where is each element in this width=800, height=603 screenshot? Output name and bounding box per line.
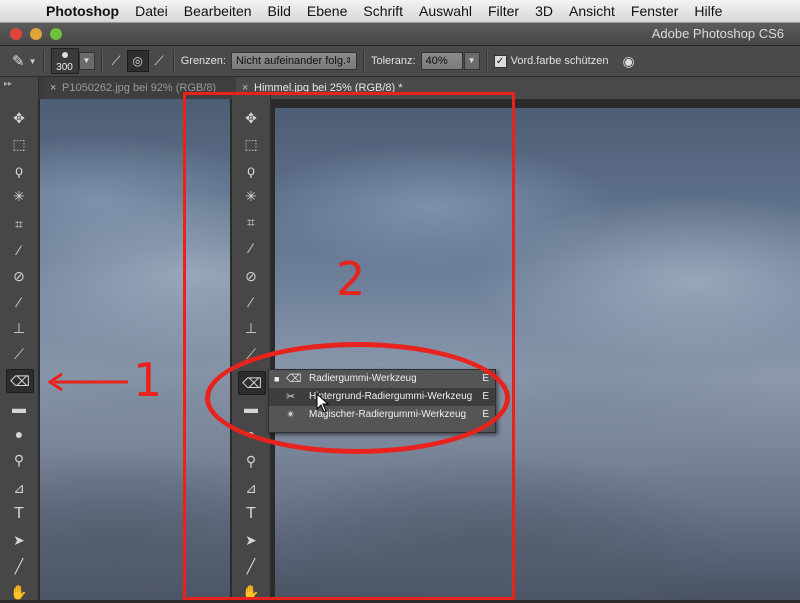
menu-bearbeiten[interactable]: Bearbeiten — [176, 0, 260, 22]
menu-bild[interactable]: Bild — [260, 0, 299, 22]
menu-ebene[interactable]: Ebene — [299, 0, 355, 22]
menu-auswahl[interactable]: Auswahl — [411, 0, 480, 22]
gradient-tool-icon[interactable]: ▬ — [6, 397, 32, 419]
healing-brush-tool-icon[interactable]: ⊘ — [6, 265, 32, 287]
window-title-bar: Adobe Photoshop CS6 — [0, 23, 800, 46]
menu-photoshop[interactable]: Photoshop — [38, 0, 127, 22]
move-tool-icon[interactable]: ✥ — [6, 107, 32, 129]
menu-schrift[interactable]: Schrift — [355, 0, 411, 22]
eyedropper-tool-icon[interactable]: ⁄ — [6, 239, 32, 261]
brush-tool-icon[interactable]: ⁄ — [6, 291, 32, 313]
tolerance-slider-arrow-icon[interactable]: ▼ — [463, 52, 480, 70]
limits-label: Grenzen: — [180, 55, 226, 67]
protect-foreground-checkbox[interactable]: ✓ — [493, 54, 507, 68]
annotation-label-2: 2 — [336, 252, 366, 306]
type-tool-icon[interactable]: T — [6, 503, 32, 525]
brush-picker-arrow-icon[interactable]: ▼ — [78, 52, 95, 70]
clone-stamp-tool-icon[interactable]: ⊥ — [6, 317, 32, 339]
menu-ansicht[interactable]: Ansicht — [561, 0, 623, 22]
magic-wand-tool-icon[interactable]: ✳ — [6, 185, 32, 207]
menu-filter[interactable]: Filter — [480, 0, 527, 22]
sampling-once-icon[interactable]: ◎ — [126, 50, 149, 72]
close-tab-icon[interactable]: × — [50, 77, 56, 99]
blur-tool-icon[interactable]: ● — [6, 423, 32, 445]
shape-tool-icon[interactable]: ╱ — [6, 555, 32, 577]
path-selection-tool-icon[interactable]: ➤ — [6, 529, 32, 551]
brush-preview[interactable]: 300 — [50, 48, 79, 74]
minimize-window-button[interactable] — [30, 28, 42, 40]
menu-fenster[interactable]: Fenster — [623, 0, 686, 22]
annotation-label-1: 1 — [133, 353, 163, 407]
tolerance-input[interactable]: 40% — [420, 52, 463, 70]
tools-panel-left: ▸▸ ✥ ⬚ ϙ ✳ ⌗ ⁄ ⊘ ⁄ ⊥ ⟋ ⌫ ▬ ● ⚲ ⊿ T ➤ ╱ ✋ — [0, 77, 39, 600]
panel-collapse-icon[interactable]: ▸▸ — [4, 79, 12, 88]
window-title: Adobe Photoshop CS6 — [651, 26, 784, 41]
zoom-window-button[interactable] — [50, 28, 62, 40]
tool-preset-icon[interactable]: ✎ — [12, 52, 25, 70]
limits-select[interactable]: Nicht aufeinander folg. ⇕ — [230, 52, 357, 70]
limits-select-value: Nicht aufeinander folg. — [235, 55, 347, 67]
menu-hilfe[interactable]: Hilfe — [686, 0, 730, 22]
sampling-continuous-icon[interactable]: ⟋ — [112, 53, 121, 69]
protect-foreground-label: Vord.farbe schützen — [510, 55, 609, 67]
brush-size-value: 300 — [56, 62, 73, 73]
menu-3d[interactable]: 3D — [527, 0, 561, 22]
menu-bar: Photoshop Datei Bearbeiten Bild Ebene Sc… — [0, 0, 800, 23]
pen-tool-icon[interactable]: ⊿ — [6, 477, 32, 499]
menu-datei[interactable]: Datei — [127, 0, 176, 22]
history-brush-tool-icon[interactable]: ⟋ — [6, 343, 32, 365]
tolerance-label: Toleranz: — [370, 55, 416, 67]
annotation-ellipse — [205, 342, 510, 454]
brush-dot-icon — [61, 52, 68, 58]
sampling-swatch-icon[interactable]: ⟋ — [155, 53, 164, 69]
select-arrows-icon: ⇕ — [345, 56, 352, 65]
lasso-tool-icon[interactable]: ϙ — [6, 159, 32, 181]
crop-tool-icon[interactable]: ⌗ — [6, 213, 32, 235]
chevron-down-icon[interactable]: ▼ — [29, 57, 37, 66]
options-bar: ✎ ▼ 300 ▼ ⟋ ◎ ⟋ Grenzen: Nicht aufeinand… — [0, 46, 800, 77]
tablet-pressure-icon[interactable]: ◉ — [622, 53, 634, 70]
marquee-tool-icon[interactable]: ⬚ — [6, 133, 32, 155]
dodge-tool-icon[interactable]: ⚲ — [6, 449, 32, 471]
background-eraser-tool-icon[interactable]: ⌫ — [6, 369, 34, 393]
annotation-arrow-icon — [48, 372, 128, 392]
close-window-button[interactable] — [10, 28, 22, 40]
